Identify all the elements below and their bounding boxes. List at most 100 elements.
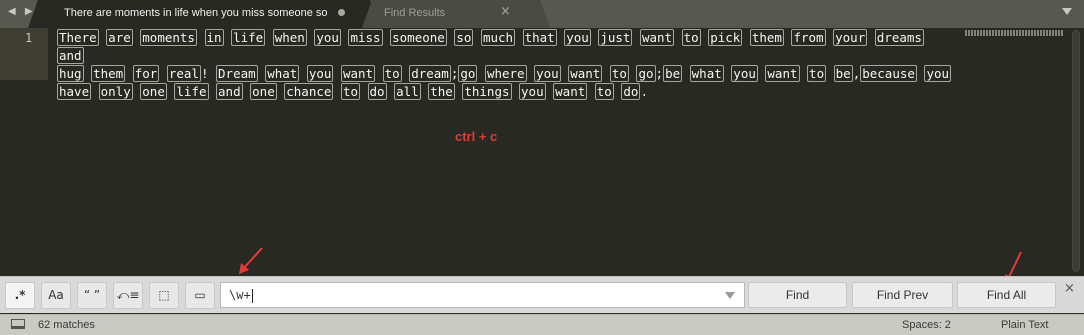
match-highlight: them: [91, 65, 126, 82]
match-highlight: to: [807, 65, 827, 82]
match-highlight: dream: [409, 65, 451, 82]
in-selection-toggle[interactable]: ⬚: [149, 282, 179, 309]
match-highlight: you: [924, 65, 952, 82]
panel-toggle-icon[interactable]: [11, 319, 25, 329]
find-panel: .* Aa “ ” ⤺≡ ⬚ ▭ \w+ Find Find Prev Find…: [0, 276, 1084, 313]
find-prev-button[interactable]: Find Prev: [852, 282, 953, 308]
match-highlight: go: [458, 65, 478, 82]
match-highlight: and: [216, 83, 243, 100]
indentation-status[interactable]: Spaces: 2: [902, 319, 951, 331]
editor-line: hug them for real! Dream what you want t…: [57, 65, 952, 82]
match-highlight: only: [98, 83, 133, 100]
match-highlight: all: [394, 83, 421, 100]
tab-bar: ◀ ▶ There are moments in life when you m…: [0, 0, 1084, 28]
regex-toggle[interactable]: .*: [5, 282, 35, 309]
match-highlight: you: [731, 65, 758, 82]
match-highlight: want: [765, 65, 800, 82]
history-chevron-down-icon[interactable]: [725, 292, 735, 299]
match-highlight: to: [609, 65, 629, 82]
match-highlight: your: [833, 29, 868, 46]
match-highlight: want: [568, 65, 603, 82]
match-highlight: be: [833, 65, 853, 82]
gutter-current-line: [0, 28, 48, 80]
match-highlight: Dream: [216, 65, 258, 82]
editor-line: There are moments in life when you miss …: [57, 29, 957, 65]
sublime-window: ◀ ▶ There are moments in life when you m…: [0, 0, 1084, 335]
tab-find-results[interactable]: Find Results ×: [362, 0, 550, 28]
match-highlight: what: [689, 65, 724, 82]
whole-word-toggle[interactable]: “ ”: [77, 282, 107, 309]
match-highlight: one: [250, 83, 277, 100]
match-highlight: you: [519, 83, 546, 100]
match-highlight: in: [204, 29, 224, 46]
match-highlight: the: [428, 83, 455, 100]
match-highlight: because: [860, 65, 917, 82]
match-highlight: so: [454, 29, 474, 46]
find-button[interactable]: Find: [748, 282, 847, 308]
match-highlight: dreams: [874, 29, 924, 46]
match-highlight: want: [340, 65, 376, 82]
match-highlight: you: [534, 65, 561, 82]
match-highlight: want: [639, 29, 675, 46]
match-highlight: miss: [348, 29, 383, 46]
match-highlight: for: [132, 65, 160, 82]
highlight-matches-toggle[interactable]: ▭: [185, 282, 215, 309]
match-highlight: one: [140, 83, 167, 100]
case-sensitive-toggle[interactable]: Aa: [41, 282, 71, 309]
match-highlight: you: [314, 29, 341, 46]
unsaved-dot-icon[interactable]: [338, 9, 345, 16]
annotation-ctrl-c: ctrl + c: [455, 129, 498, 144]
syntax-status[interactable]: Plain Text: [1001, 319, 1049, 331]
match-highlight: have: [57, 83, 92, 100]
editor-line: have only one life and one chance to do …: [57, 83, 648, 100]
match-highlight: someone: [390, 29, 447, 46]
arrow-to-find-all: [1007, 251, 1022, 280]
match-highlight: you: [564, 29, 591, 46]
match-highlight: There: [57, 29, 99, 46]
find-input[interactable]: \w+: [220, 282, 745, 308]
match-highlight: to: [340, 83, 360, 100]
match-highlight: go: [636, 65, 656, 82]
match-highlight: things: [462, 83, 512, 100]
match-highlight: where: [484, 65, 527, 82]
match-highlight: moments: [140, 29, 197, 46]
match-highlight: want: [553, 83, 588, 100]
match-highlight: chance: [284, 83, 334, 100]
match-highlight: life: [174, 83, 209, 100]
match-highlight: do: [621, 83, 641, 100]
scrollbar-thumb[interactable]: [1072, 30, 1080, 272]
wrap-toggle[interactable]: ⤺≡: [113, 282, 143, 309]
match-highlight: when: [272, 29, 307, 46]
match-highlight: are: [106, 29, 133, 46]
match-highlight: them: [749, 29, 784, 46]
match-highlight: much: [480, 29, 516, 46]
match-highlight: you: [306, 65, 334, 82]
arrow-to-input: [242, 247, 263, 270]
tab-menu-chevron-down-icon[interactable]: [1062, 8, 1072, 15]
close-find-panel-icon[interactable]: ×: [1064, 281, 1075, 296]
match-highlight: to: [594, 83, 614, 100]
tab-document[interactable]: There are moments in life when you miss …: [28, 0, 380, 28]
find-all-button[interactable]: Find All: [957, 282, 1056, 308]
tab-title: Find Results: [384, 7, 446, 19]
match-highlight: what: [265, 65, 300, 82]
match-highlight: to: [382, 65, 402, 82]
match-highlight: and: [57, 47, 84, 64]
match-highlight: to: [681, 29, 701, 46]
match-highlight: just: [598, 29, 633, 46]
match-highlight: life: [231, 29, 266, 46]
match-highlight: do: [367, 83, 387, 100]
text-caret: [251, 288, 253, 303]
editor-text[interactable]: There are moments in life when you miss …: [57, 29, 957, 101]
match-count: 62 matches: [38, 319, 95, 331]
minimap[interactable]: [965, 30, 1063, 36]
match-highlight: be: [663, 65, 683, 82]
tab-title: There are moments in life when you miss …: [64, 7, 328, 19]
match-highlight: pick: [708, 29, 743, 46]
close-icon[interactable]: ×: [500, 4, 511, 19]
match-highlight: real: [166, 65, 201, 82]
match-highlight: from: [791, 29, 826, 46]
line-number: 1: [25, 31, 33, 45]
arrow-head: [239, 263, 249, 274]
find-query: \w+: [229, 288, 251, 302]
